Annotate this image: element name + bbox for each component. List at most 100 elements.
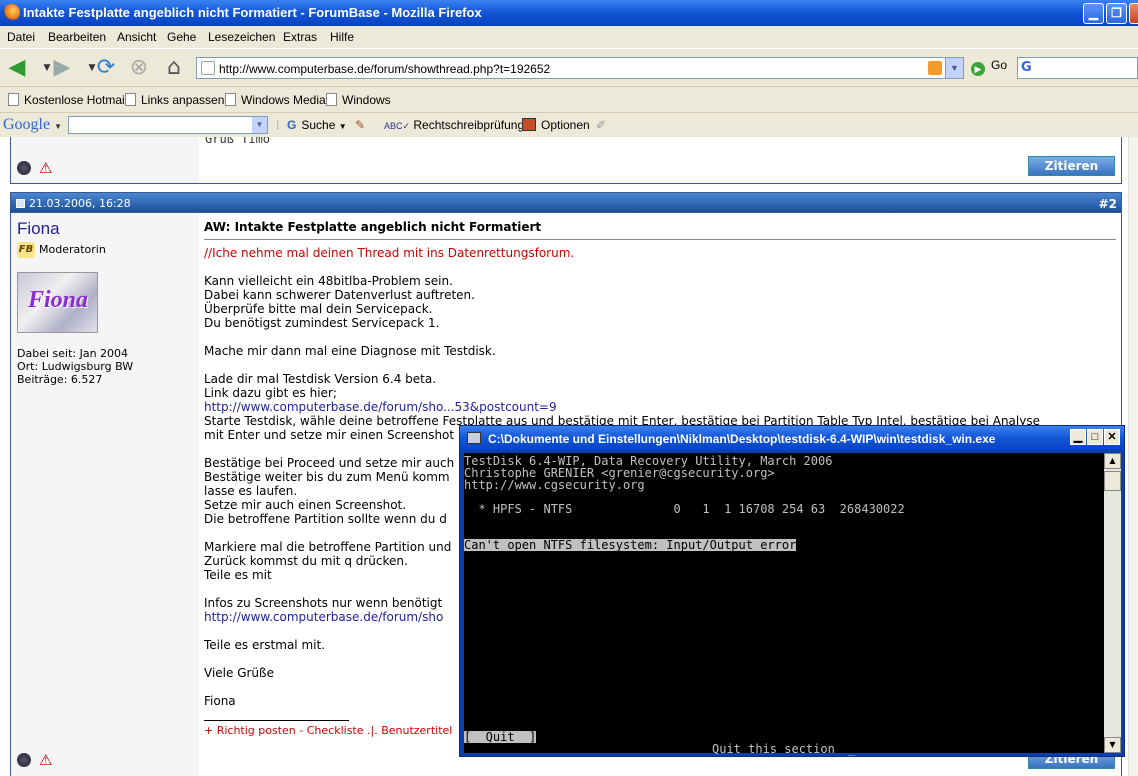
post-icons: ⚠ bbox=[17, 751, 52, 769]
menu-bar: Datei Bearbeiten Ansicht Gehe Lesezeiche… bbox=[0, 26, 1138, 48]
firefox-icon bbox=[3, 4, 20, 21]
go-button[interactable]: ▶ Go bbox=[971, 58, 1007, 76]
spellcheck-button[interactable]: ABC✓ Rechtschreibprüfung ▼ bbox=[384, 118, 535, 132]
address-url[interactable]: http://www.computerbase.de/forum/showthr… bbox=[219, 62, 550, 76]
previous-post-message bbox=[199, 137, 1121, 183]
google-menu-icon[interactable]: ▼ bbox=[54, 122, 62, 131]
user-panel: Fiona FB Moderatorin Fiona Dabei seit: J… bbox=[11, 213, 199, 776]
menu-datei[interactable]: Datei bbox=[7, 30, 35, 44]
console-titlebar: C:\Dokumente und Einstellungen\Niklman\D… bbox=[460, 426, 1124, 451]
address-dropdown-icon[interactable]: ▼ bbox=[945, 58, 963, 78]
post-line: lasse es laufen. bbox=[204, 484, 298, 498]
menu-bearbeiten[interactable]: Bearbeiten bbox=[48, 30, 106, 44]
google-search-input[interactable]: ▼ bbox=[68, 116, 268, 134]
user-location: Ort: Ludwigsburg BW bbox=[17, 360, 134, 373]
console-minimize-button[interactable]: ▁ bbox=[1070, 429, 1086, 445]
page-icon bbox=[201, 61, 215, 75]
post-subject: AW: Intakte Festplatte angeblich nicht F… bbox=[204, 220, 542, 234]
bookmark-page-icon bbox=[225, 93, 236, 106]
post-header: 21.03.2006, 16:28 #2 bbox=[10, 192, 1122, 213]
console-line: http://www.cgsecurity.org bbox=[464, 478, 645, 492]
bookmark-kostenlose-hotmail[interactable]: Kostenlose Hotmail bbox=[8, 93, 127, 107]
user-post-count: Beiträge: 6.527 bbox=[17, 373, 103, 386]
console-scroll-down-icon[interactable]: ▼ bbox=[1104, 737, 1121, 753]
pagerank-icon[interactable]: ✎ bbox=[355, 118, 365, 132]
console-partition-line: * HPFS - NTFS 0 1 1 16708 254 63 2684300… bbox=[464, 502, 905, 516]
post-line: Infos zu Screenshots nur wenn benötigt bbox=[204, 596, 443, 610]
post-line: Link dazu gibt es hier; bbox=[204, 386, 337, 400]
subject-divider bbox=[204, 239, 1116, 240]
console-maximize-button[interactable]: □ bbox=[1087, 429, 1103, 445]
username[interactable]: Fiona bbox=[17, 219, 60, 239]
window-title: Intakte Festplatte angeblich nicht Forma… bbox=[23, 5, 482, 20]
post-line: Die betroffene Partition sollte wenn du … bbox=[204, 512, 447, 526]
google-search-dropdown-icon[interactable]: ▼ bbox=[252, 117, 267, 133]
avatar: Fiona bbox=[17, 272, 98, 333]
avatar-text: Fiona bbox=[28, 287, 89, 313]
google-logo[interactable]: Google ▼ bbox=[3, 116, 62, 134]
bookmark-links-anpassen[interactable]: Links anpassen bbox=[125, 93, 224, 107]
post-line: Zurück kommst du mit q drücken. bbox=[204, 554, 408, 568]
post-link[interactable]: http://www.computerbase.de/forum/sho bbox=[204, 610, 443, 624]
report-post-icon[interactable]: ⚠ bbox=[39, 751, 52, 769]
minimize-button[interactable]: ▁ bbox=[1083, 3, 1104, 24]
rss-feed-icon[interactable] bbox=[928, 61, 942, 75]
bookmark-label: Links anpassen bbox=[141, 93, 225, 107]
go-arrow-icon: ▶ bbox=[971, 62, 985, 76]
console-error-line: Can't open NTFS filesystem: Input/Output… bbox=[464, 538, 797, 552]
google-search-label: Suche bbox=[301, 118, 336, 132]
console-screen[interactable]: TestDisk 6.4-WIP, Data Recovery Utility,… bbox=[464, 453, 1104, 755]
menu-lesezeichen[interactable]: Lesezeichen bbox=[208, 30, 275, 44]
post-line: Kann vielleicht ein 48bitlba-Problem sei… bbox=[204, 274, 453, 288]
google-toolbar: Google ▼ ▼ ⁞ G Suche ▼ ✎ ABC✓ Rechtschreib… bbox=[0, 112, 1138, 137]
back-icon[interactable]: ◀ bbox=[4, 56, 30, 80]
signature-divider bbox=[204, 720, 349, 721]
stop-icon[interactable]: ⊗ bbox=[126, 56, 152, 80]
console-quit-button[interactable]: [ Quit ] bbox=[464, 731, 537, 743]
reload-icon[interactable]: ⟳ bbox=[93, 56, 119, 80]
bookmark-page-icon bbox=[125, 93, 136, 106]
signature[interactable]: + Richtig posten - Checkliste .|. Benutz… bbox=[204, 724, 452, 737]
search-input[interactable]: G bbox=[1017, 57, 1138, 79]
console-scroll-thumb[interactable] bbox=[1104, 471, 1121, 491]
separator-icon: ⁞ bbox=[276, 118, 280, 132]
google-search-icon[interactable]: G bbox=[1021, 60, 1039, 76]
post-line: Markiere mal die betroffene Partition un… bbox=[204, 540, 452, 554]
post-number[interactable]: #2 bbox=[1099, 197, 1117, 211]
spellcheck-icon: ABC✓ bbox=[384, 121, 411, 131]
post-date: 21.03.2006, 16:28 bbox=[29, 197, 131, 210]
quote-label: Zitieren bbox=[1044, 159, 1099, 173]
page-scrollbar[interactable] bbox=[1128, 137, 1138, 776]
restore-button[interactable]: ❐ bbox=[1106, 3, 1127, 24]
quote-button-previous[interactable]: Zitieren bbox=[1028, 156, 1115, 176]
menu-ansicht[interactable]: Ansicht bbox=[117, 30, 156, 44]
search-dropdown-icon[interactable]: ▼ bbox=[339, 122, 347, 131]
previous-post-greeting: Gruß Timo bbox=[205, 137, 271, 146]
report-post-icon[interactable]: ⚠ bbox=[39, 159, 52, 177]
menu-gehe[interactable]: Gehe bbox=[167, 30, 196, 44]
options-button[interactable]: Optionen bbox=[522, 118, 590, 132]
home-icon[interactable]: ⌂ bbox=[161, 56, 187, 80]
console-close-button[interactable]: ✕ bbox=[1104, 429, 1120, 445]
console-scroll-up-icon[interactable]: ▲ bbox=[1104, 453, 1121, 469]
console-scrollbar[interactable]: ▲ ▼ bbox=[1104, 453, 1121, 753]
bookmark-windows-media[interactable]: Windows Media bbox=[225, 93, 326, 107]
highlighter-icon[interactable]: ✐ bbox=[596, 118, 606, 132]
address-bar[interactable]: http://www.computerbase.de/forum/showthr… bbox=[196, 57, 964, 79]
menu-extras[interactable]: Extras bbox=[283, 30, 317, 44]
forward-icon[interactable]: ▶ bbox=[49, 56, 75, 80]
options-label: Optionen bbox=[541, 118, 590, 132]
post-line: Mache mir dann mal eine Diagnose mit Tes… bbox=[204, 344, 496, 358]
window-titlebar: Intakte Festplatte angeblich nicht Forma… bbox=[0, 0, 1138, 26]
post-line: //Iche nehme mal deinen Thread mit ins D… bbox=[204, 246, 575, 260]
google-g-icon: G bbox=[287, 118, 297, 132]
post-link[interactable]: http://www.computerbase.de/forum/sho...5… bbox=[204, 400, 557, 414]
bookmark-windows[interactable]: Windows bbox=[326, 93, 391, 107]
console-title: C:\Dokumente und Einstellungen\Niklman\D… bbox=[488, 432, 996, 446]
menu-hilfe[interactable]: Hilfe bbox=[330, 30, 354, 44]
moderator-badge-icon: FB bbox=[17, 242, 35, 258]
previous-post bbox=[10, 137, 1122, 184]
google-search-button[interactable]: G Suche ▼ bbox=[287, 118, 347, 132]
post-line: Bestätige weiter bis du zum Menü komm bbox=[204, 470, 450, 484]
close-button[interactable] bbox=[1129, 3, 1138, 24]
